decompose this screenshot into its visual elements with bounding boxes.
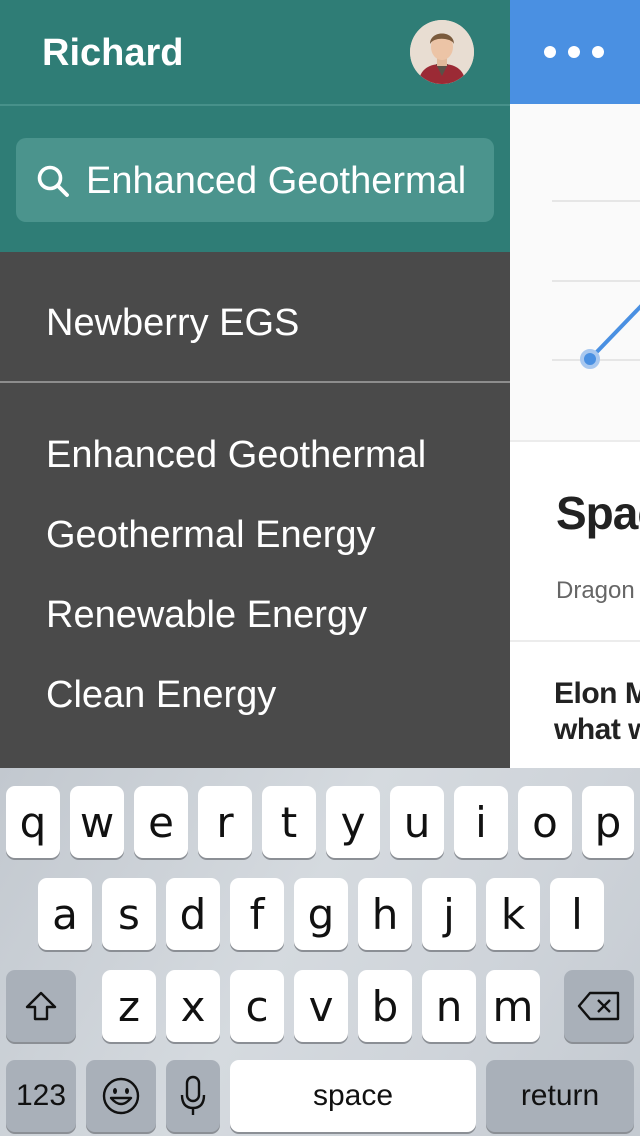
key-t[interactable]: t <box>262 786 316 858</box>
headline-line: what w <box>554 713 640 746</box>
key-o[interactable]: o <box>518 786 572 858</box>
navigation-drawer: Richard Enhanced Geothermal Newberry EGS… <box>0 0 510 768</box>
suggestion-item[interactable]: Enhanced Geothermal <box>46 434 426 477</box>
key-g[interactable]: g <box>294 878 348 950</box>
search-result-item[interactable]: Newberry EGS <box>46 302 299 345</box>
main-content-panel: Spac Dragon Elon M what w <box>510 0 640 768</box>
trend-chart-graphic <box>552 200 640 369</box>
space-key[interactable]: space <box>230 1060 476 1132</box>
article-title[interactable]: Spac <box>556 486 640 540</box>
emoji-icon <box>102 1077 140 1115</box>
key-k[interactable]: k <box>486 878 540 950</box>
key-d[interactable]: d <box>166 878 220 950</box>
delete-icon <box>577 991 620 1021</box>
key-s[interactable]: s <box>102 878 156 950</box>
trend-chart <box>510 104 640 442</box>
suggestion-item[interactable]: Renewable Energy <box>46 594 367 637</box>
suggestion-item[interactable]: Geothermal Energy <box>46 514 376 557</box>
key-j[interactable]: j <box>422 878 476 950</box>
microphone-key[interactable] <box>166 1060 220 1132</box>
article-subtitle: Dragon <box>556 577 635 604</box>
key-m[interactable]: m <box>486 970 540 1042</box>
shift-key[interactable] <box>6 970 76 1042</box>
key-a[interactable]: a <box>38 878 92 950</box>
key-e[interactable]: e <box>134 786 188 858</box>
key-w[interactable]: w <box>70 786 124 858</box>
key-x[interactable]: x <box>166 970 220 1042</box>
delete-key[interactable] <box>564 970 634 1042</box>
key-i[interactable]: i <box>454 786 508 858</box>
key-n[interactable]: n <box>422 970 476 1042</box>
key-z[interactable]: z <box>102 970 156 1042</box>
headline-line: Elon M <box>554 677 640 710</box>
suggestion-item[interactable]: Clean Energy <box>46 674 276 717</box>
key-y[interactable]: y <box>326 786 380 858</box>
microphone-icon <box>180 1075 206 1115</box>
article-headline[interactable]: Elon M what w <box>554 676 640 748</box>
trend-line <box>588 304 640 361</box>
key-b[interactable]: b <box>358 970 412 1042</box>
main-top-bar <box>510 0 640 104</box>
return-key[interactable]: return <box>486 1060 634 1132</box>
user-name[interactable]: Richard <box>42 32 183 75</box>
data-point <box>580 349 600 369</box>
avatar[interactable] <box>410 20 474 84</box>
key-h[interactable]: h <box>358 878 412 950</box>
key-r[interactable]: r <box>198 786 252 858</box>
search-input[interactable]: Enhanced Geothermal <box>16 138 494 222</box>
article-divider <box>510 640 640 642</box>
keyboard: q w e r t y u i o p a s d f g h j k l z … <box>0 768 640 1136</box>
key-q[interactable]: q <box>6 786 60 858</box>
key-u[interactable]: u <box>390 786 444 858</box>
key-v[interactable]: v <box>294 970 348 1042</box>
key-l[interactable]: l <box>550 878 604 950</box>
numbers-key[interactable]: 123 <box>6 1060 76 1132</box>
drawer-header: Richard Enhanced Geothermal <box>0 0 510 252</box>
results-divider <box>0 381 510 383</box>
key-f[interactable]: f <box>230 878 284 950</box>
avatar-image <box>410 20 474 84</box>
header-divider <box>0 104 510 106</box>
key-c[interactable]: c <box>230 970 284 1042</box>
search-query: Enhanced Geothermal <box>86 160 467 202</box>
emoji-key[interactable] <box>86 1060 156 1132</box>
key-p[interactable]: p <box>582 786 634 858</box>
more-options-icon[interactable] <box>544 46 604 58</box>
shift-icon <box>25 991 57 1021</box>
search-icon <box>37 165 69 197</box>
